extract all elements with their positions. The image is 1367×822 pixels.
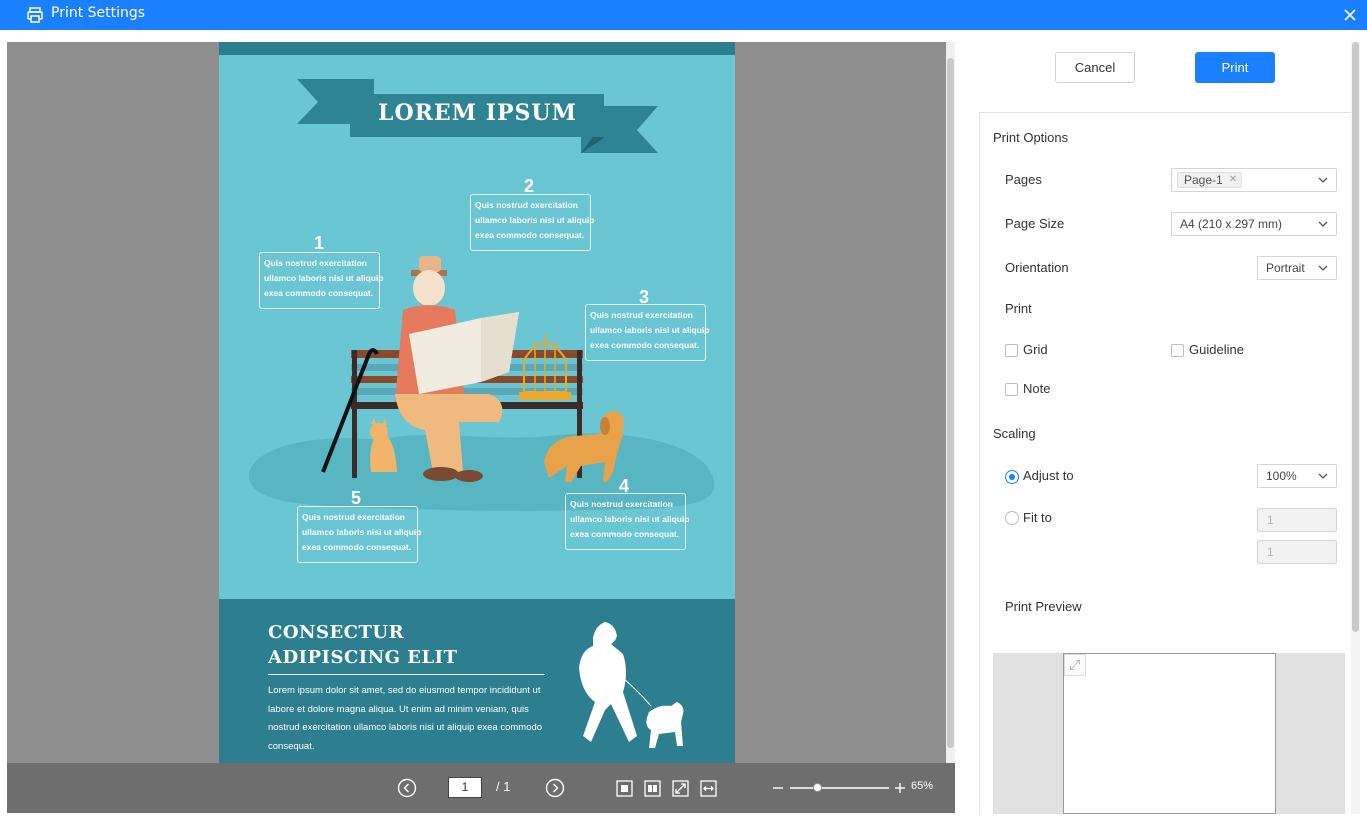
title-bar: Print Settings bbox=[0, 0, 1367, 30]
print-button[interactable]: Print bbox=[1195, 52, 1275, 83]
box-line: ullamco laboris nisi ut aliquip bbox=[590, 325, 710, 335]
remove-tag-icon[interactable]: ✕ bbox=[1229, 173, 1237, 187]
poster-text-box-1: Quis nostrud exercitation ullamco labori… bbox=[259, 252, 384, 309]
box-line: ullamco laboris nisi ut aliquip bbox=[302, 527, 422, 537]
next-page-icon[interactable] bbox=[545, 778, 565, 798]
page-size-value: A4 (210 x 297 mm) bbox=[1180, 217, 1283, 231]
single-page-view-icon[interactable] bbox=[616, 780, 633, 797]
note-checkbox[interactable] bbox=[1005, 383, 1018, 396]
grid-checkbox[interactable] bbox=[1005, 344, 1018, 357]
two-page-view-icon[interactable] bbox=[644, 780, 661, 797]
poster-footer-paragraph: Lorem ipsum dolor sit amet, sed do eiusm… bbox=[268, 682, 553, 756]
heading-line: ADIPISCING ELIT bbox=[268, 647, 458, 668]
box-line: exea commodo consequat. bbox=[302, 542, 412, 552]
pages-label: Pages bbox=[1005, 172, 1042, 187]
orientation-value: Portrait bbox=[1266, 261, 1305, 275]
box-line: ullamco laboris nisi ut aliquip bbox=[264, 273, 384, 283]
paragraph-line: consequat. bbox=[268, 740, 315, 752]
broken-image-icon bbox=[1064, 654, 1086, 676]
adjust-to-select[interactable]: 100% bbox=[1257, 464, 1337, 488]
poster-text-box-3: Quis nostrud exercitation ullamco labori… bbox=[585, 304, 710, 361]
poster-text-box-2: Quis nostrud exercitation ullamco labori… bbox=[470, 194, 595, 251]
fit-to-height-input[interactable]: 1 bbox=[1257, 540, 1337, 564]
page-tag: Page-1 ✕ bbox=[1177, 172, 1243, 188]
box-line: ullamco laboris nisi ut aliquip bbox=[475, 215, 595, 225]
scaling-title: Scaling bbox=[993, 426, 1036, 441]
adjust-to-value: 100% bbox=[1266, 469, 1297, 483]
box-line: exea commodo consequat. bbox=[264, 288, 374, 298]
box-line: exea commodo consequat. bbox=[475, 230, 585, 240]
orientation-label: Orientation bbox=[1005, 260, 1069, 275]
box-line: Quis nostrud exercitation bbox=[264, 258, 367, 268]
viewer-scrollbar[interactable] bbox=[946, 42, 955, 763]
box-line: ullamco laboris nisi ut aliquip bbox=[570, 514, 690, 524]
printer-icon bbox=[27, 7, 43, 23]
fit-page-icon[interactable] bbox=[672, 780, 689, 797]
poster-footer-heading: CONSECTUR ADIPISCING ELIT bbox=[268, 620, 457, 670]
box-line: Quis nostrud exercitation bbox=[302, 512, 405, 522]
panel-scrollbar-thumb[interactable] bbox=[1352, 42, 1359, 632]
paragraph-line: Lorem ipsum dolor sit amet, sed do eiusm… bbox=[268, 685, 541, 696]
fit-width-icon[interactable] bbox=[700, 780, 717, 797]
window-title: Print Settings bbox=[51, 5, 146, 21]
grid-label[interactable]: Grid bbox=[1023, 342, 1048, 357]
fit-to-radio[interactable] bbox=[1005, 511, 1019, 525]
paragraph-line: labore et dolore magna aliqua. Ut enim a… bbox=[268, 703, 529, 715]
box-line: exea commodo consequat. bbox=[590, 340, 700, 350]
guideline-label[interactable]: Guideline bbox=[1189, 342, 1244, 357]
chevron-down-icon bbox=[1318, 177, 1328, 183]
adjust-to-label[interactable]: Adjust to bbox=[1023, 468, 1074, 483]
poster-footer-divider bbox=[268, 674, 545, 675]
poster-text-box-5: Quis nostrud exercitation ullamco labori… bbox=[297, 506, 422, 563]
print-label: Print bbox=[1005, 301, 1032, 316]
fit-to-label[interactable]: Fit to bbox=[1023, 510, 1052, 525]
panel-scrollbar[interactable] bbox=[1351, 42, 1360, 814]
box-line: exea commodo consequat. bbox=[570, 529, 680, 539]
adjust-to-radio[interactable] bbox=[1005, 470, 1019, 484]
paragraph-line: nostrud exercitation ullamco laboris nis… bbox=[268, 722, 543, 733]
zoom-out-icon[interactable] bbox=[772, 782, 784, 794]
viewer-scrollbar-thumb[interactable] bbox=[947, 58, 954, 748]
box-line: Quis nostrud exercitation bbox=[590, 310, 693, 320]
page-tag-label: Page-1 bbox=[1184, 173, 1223, 187]
zoom-slider-handle[interactable] bbox=[813, 783, 823, 792]
chevron-down-icon bbox=[1318, 221, 1328, 227]
note-label[interactable]: Note bbox=[1023, 381, 1050, 396]
cancel-button[interactable]: Cancel bbox=[1055, 52, 1135, 83]
chevron-down-icon bbox=[1318, 265, 1328, 271]
print-preview-page bbox=[1063, 653, 1276, 814]
guideline-checkbox[interactable] bbox=[1171, 344, 1184, 357]
poster-text-box-4: Quis nostrud exercitation ullamco labori… bbox=[565, 493, 690, 550]
poster-banner-title: LOREM IPSUM bbox=[378, 100, 577, 126]
page-size-label: Page Size bbox=[1005, 216, 1065, 231]
zoom-level: 65% bbox=[911, 780, 934, 792]
print-preview-title: Print Preview bbox=[1005, 599, 1082, 614]
heading-line: CONSECTUR bbox=[268, 622, 405, 643]
page-number-input[interactable]: 1 bbox=[448, 777, 482, 798]
pages-select[interactable]: Page-1 ✕ bbox=[1171, 168, 1337, 192]
box-line: Quis nostrud exercitation bbox=[570, 499, 673, 509]
chevron-down-icon bbox=[1318, 473, 1328, 479]
zoom-in-icon[interactable] bbox=[894, 782, 906, 794]
box-line: Quis nostrud exercitation bbox=[475, 200, 578, 210]
orientation-select[interactable]: Portrait bbox=[1257, 256, 1337, 280]
page-total: / 1 bbox=[496, 779, 511, 794]
print-options-title: Print Options bbox=[993, 130, 1069, 145]
close-icon[interactable] bbox=[1341, 6, 1359, 24]
page-size-select[interactable]: A4 (210 x 297 mm) bbox=[1171, 212, 1337, 236]
viewer-toolbar: 1 / 1 65% bbox=[7, 763, 955, 813]
zoom-slider-track[interactable] bbox=[790, 787, 889, 789]
poster-number-1: 1 bbox=[314, 233, 325, 253]
fit-to-width-input[interactable]: 1 bbox=[1257, 508, 1337, 532]
previous-page-icon[interactable] bbox=[397, 778, 417, 798]
poster-page: LOREM IPSUM 1 2 3 4 5 Quis nostrud exerc… bbox=[219, 42, 735, 763]
